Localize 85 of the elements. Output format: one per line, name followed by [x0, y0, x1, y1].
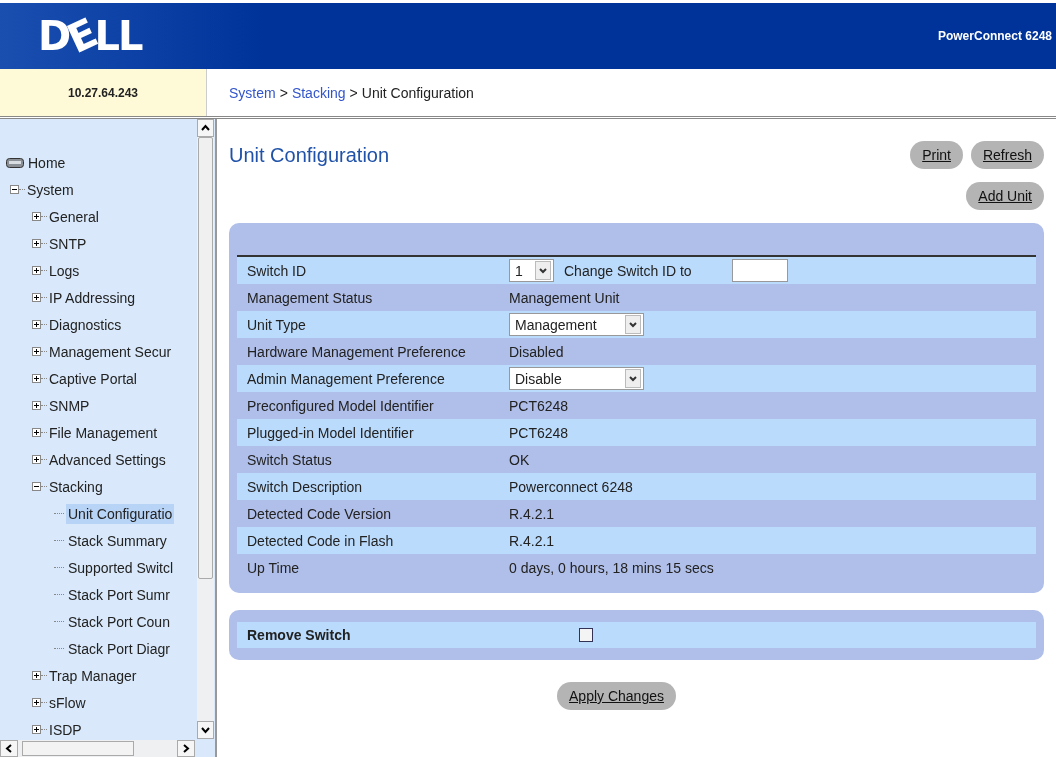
sidebar-item[interactable]: Logs: [47, 260, 82, 281]
product-name: PowerConnect 6248: [937, 29, 1052, 43]
scroll-right-icon[interactable]: [177, 740, 195, 757]
field-value: Powerconnect 6248: [509, 478, 633, 495]
field-label: Management Status: [246, 289, 374, 306]
checkbox[interactable]: [579, 628, 593, 642]
vertical-scrollbar[interactable]: [197, 119, 214, 739]
field-label: Detected Code Version: [246, 505, 392, 522]
breadcrumb-current: Unit Configuration: [361, 84, 474, 101]
ip-address: 10.27.64.243: [67, 85, 139, 100]
horizontal-scrollbar[interactable]: [0, 740, 195, 757]
sidebar-item[interactable]: Stack Port Sumr: [66, 584, 172, 605]
expand-icon[interactable]: [32, 671, 41, 680]
expand-icon[interactable]: [32, 347, 41, 356]
field-value: 0 days, 0 hours, 18 mins 15 secs: [509, 559, 714, 576]
page-title: Unit Configuration: [229, 143, 390, 167]
field-label: Switch Status: [246, 451, 333, 468]
expand-icon[interactable]: [32, 725, 41, 734]
sidebar-item[interactable]: Diagnostics: [47, 314, 124, 335]
sidebar-item[interactable]: SNMP: [47, 395, 92, 416]
scroll-down-icon[interactable]: [197, 721, 214, 739]
field-value: Disabled: [509, 343, 564, 360]
sidebar-item[interactable]: IP Addressing: [47, 287, 138, 308]
sidebar-item[interactable]: Management Secur: [47, 341, 174, 362]
field-label: Change Switch ID to: [564, 262, 692, 279]
scroll-up-icon[interactable]: [197, 119, 214, 137]
field-value: Management Unit: [509, 289, 620, 306]
sidebar-item[interactable]: Captive Portal: [47, 368, 139, 389]
expand-icon[interactable]: [32, 212, 41, 221]
dropdown[interactable]: Disable: [509, 367, 644, 390]
field-label: Plugged-in Model Identifier: [246, 424, 415, 441]
sidebar-item[interactable]: System: [25, 179, 76, 200]
sidebar-item[interactable]: Stack Summary: [66, 530, 169, 551]
field-label: Switch Description: [246, 478, 364, 495]
add-unit-button[interactable]: Add Unit: [966, 182, 1044, 210]
expand-icon[interactable]: [32, 374, 41, 383]
device-icon: [6, 157, 24, 168]
field-label: Admin Management Preference: [246, 370, 446, 387]
expand-icon[interactable]: [32, 320, 41, 329]
sidebar-item[interactable]: Stacking: [47, 476, 105, 497]
sidebar-item[interactable]: Unit Configuratio: [66, 503, 175, 524]
expand-icon[interactable]: [32, 698, 41, 707]
sidebar-item[interactable]: Supported Switcl: [66, 557, 176, 578]
sidebar-item[interactable]: General: [47, 206, 101, 227]
logo: DELL: [38, 13, 142, 59]
expand-icon[interactable]: [32, 293, 41, 302]
expand-icon[interactable]: [32, 239, 41, 248]
expand-icon[interactable]: [32, 401, 41, 410]
field-value: PCT6248: [509, 424, 569, 441]
field-label: Up Time: [246, 559, 301, 576]
toolbar-button[interactable]: Refresh: [970, 141, 1044, 169]
switch-id-dropdown[interactable]: 1: [509, 259, 554, 282]
expand-icon[interactable]: [32, 266, 41, 275]
collapse-icon[interactable]: [10, 185, 19, 194]
toolbar-button[interactable]: Print: [910, 141, 963, 169]
breadcrumb-separator: >: [279, 84, 288, 101]
breadcrumb-link[interactable]: Stacking: [291, 84, 346, 101]
dropdown[interactable]: Management: [509, 313, 644, 336]
collapse-icon[interactable]: [32, 482, 41, 491]
field-label: Switch ID: [246, 262, 308, 279]
field-value: OK: [509, 451, 530, 468]
sidebar-item[interactable]: sFlow: [47, 692, 88, 713]
apply-button[interactable]: Apply Changes: [557, 682, 676, 710]
sidebar-item[interactable]: SNTP: [47, 233, 89, 254]
field-label: Preconfigured Model Identifier: [246, 397, 435, 414]
sidebar-item[interactable]: Advanced Settings: [47, 449, 168, 470]
field-label: Hardware Management Preference: [246, 343, 467, 360]
expand-icon[interactable]: [32, 455, 41, 464]
scroll-left-icon[interactable]: [0, 740, 18, 757]
sidebar-item[interactable]: File Management: [47, 422, 160, 443]
breadcrumb-separator: >: [349, 84, 358, 101]
sidebar-item[interactable]: Stack Port Diagr: [66, 638, 172, 659]
field-label: Detected Code in Flash: [246, 532, 395, 549]
field-value: PCT6248: [509, 397, 569, 414]
input-field[interactable]: [731, 259, 788, 282]
field-value: R.4.2.1: [509, 532, 555, 549]
sidebar-item[interactable]: Stack Port Coun: [66, 611, 172, 632]
breadcrumb-link[interactable]: System: [229, 84, 276, 101]
sidebar-item[interactable]: Trap Manager: [47, 665, 139, 686]
field-label: Remove Switch: [246, 627, 352, 643]
sidebar-item[interactable]: Home: [26, 152, 68, 173]
field-value: R.4.2.1: [509, 505, 555, 522]
sidebar-item[interactable]: ISDP: [47, 719, 84, 740]
expand-icon[interactable]: [32, 428, 41, 437]
field-label: Unit Type: [246, 316, 307, 333]
